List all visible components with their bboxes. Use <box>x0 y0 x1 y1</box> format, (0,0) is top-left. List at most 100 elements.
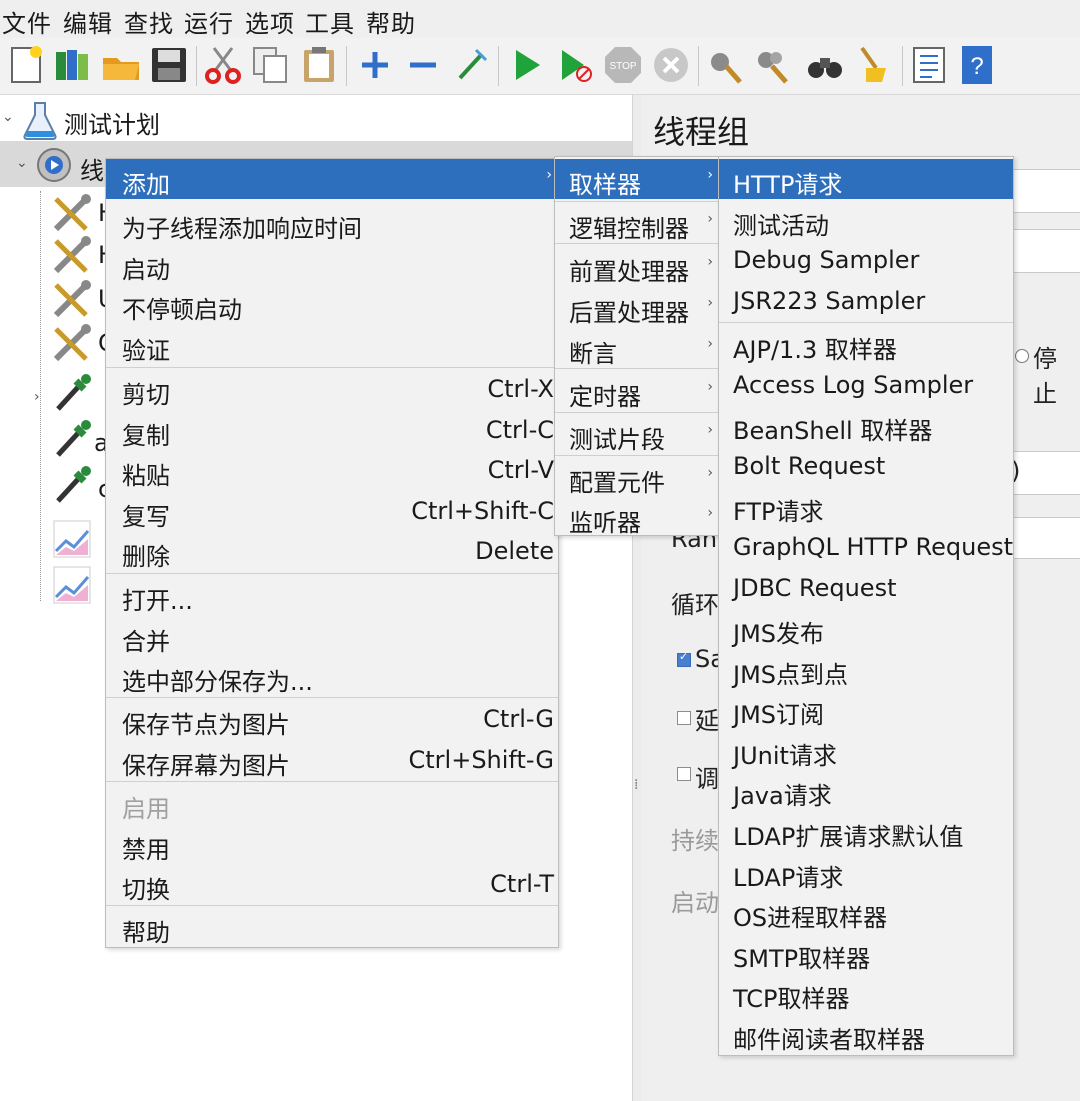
sampler-ldap[interactable]: LDAP请求 <box>719 852 1013 892</box>
sampler-junit[interactable]: JUnit请求 <box>719 730 1013 770</box>
copy-icon[interactable] <box>250 44 292 86</box>
open-icon[interactable] <box>100 44 142 86</box>
paste-icon[interactable] <box>298 44 340 86</box>
expand-icon[interactable] <box>354 44 396 86</box>
menu-item-delete[interactable]: 删除 Delete <box>106 531 558 571</box>
submenu-config-element[interactable]: 配置元件 › <box>555 457 719 497</box>
menu-item-copy[interactable]: 复制 Ctrl-C <box>106 410 558 450</box>
sampler-jdbc[interactable]: JDBC Request <box>719 568 1013 608</box>
scheduler-label: 调 <box>695 765 719 793</box>
menu-file[interactable]: 文件 <box>2 4 52 39</box>
radio-stop[interactable] <box>1015 349 1029 363</box>
menu-run[interactable]: 运行 <box>184 4 234 39</box>
sampler-ftp[interactable]: FTP请求 <box>719 486 1013 526</box>
collapse-icon[interactable] <box>402 44 444 86</box>
menu-item-save-selection-as[interactable]: 选中部分保存为... <box>106 656 558 696</box>
menu-item-merge[interactable]: 合并 <box>106 616 558 656</box>
comments-field[interactable] <box>1011 229 1080 273</box>
chevron-right-icon: › <box>707 465 713 481</box>
save-icon[interactable] <box>148 44 190 86</box>
chevron-right-icon: › <box>707 167 713 183</box>
menu-item-toggle[interactable]: 切换 Ctrl-T <box>106 864 558 904</box>
help-icon[interactable]: ? <box>956 44 998 86</box>
name-field[interactable] <box>1011 169 1080 213</box>
submenu-test-fragment[interactable]: 测试片段 › <box>555 414 719 454</box>
menu-item-help[interactable]: 帮助 <box>106 907 558 947</box>
sampler-jms-subscriber[interactable]: JMS订阅 <box>719 689 1013 729</box>
menu-options[interactable]: 选项 <box>245 4 295 39</box>
submenu-pre-processor[interactable]: 前置处理器 › <box>555 246 719 286</box>
chevron-down-icon[interactable]: ⌄ <box>2 109 14 125</box>
sampler-graphql[interactable]: GraphQL HTTP Request <box>719 527 1013 567</box>
clear-icon[interactable] <box>704 44 746 86</box>
start-icon[interactable] <box>506 44 548 86</box>
submenu-listener[interactable]: 监听器 › <box>555 497 719 537</box>
context-menu: 添加 › 为子线程添加响应时间 启动 不停顿启动 验证 剪切 Ctrl-X 复制 Ct… <box>105 158 559 948</box>
same-user-checkbox[interactable]: ✓ <box>677 650 691 667</box>
sampler-debug[interactable]: Debug Sampler <box>719 240 1013 280</box>
menu-item-start[interactable]: 启动 <box>106 244 558 284</box>
search-icon[interactable] <box>804 44 846 86</box>
menu-item-add-think-times[interactable]: 为子线程添加响应时间 <box>106 203 558 243</box>
cut-icon[interactable] <box>202 44 244 86</box>
sampler-os-process[interactable]: OS进程取样器 <box>719 892 1013 932</box>
function-helper-icon[interactable] <box>908 44 950 86</box>
sampler-java[interactable]: Java请求 <box>719 770 1013 810</box>
submenu-assertion[interactable]: 断言 › <box>555 328 719 368</box>
menu-item-add[interactable]: 添加 › <box>106 159 558 199</box>
pipette-icon <box>50 463 94 507</box>
chevron-right-icon[interactable]: › <box>34 389 40 405</box>
sampler-jms-publisher[interactable]: JMS发布 <box>719 608 1013 648</box>
toggle-icon[interactable] <box>450 44 492 86</box>
menu-search[interactable]: 查找 <box>124 4 174 39</box>
shutdown-icon[interactable] <box>650 44 692 86</box>
wrench-screwdriver-icon <box>50 279 94 321</box>
toolbar: STOP ? <box>0 38 1080 95</box>
chevron-down-icon[interactable]: ⌄ <box>16 155 28 171</box>
sampler-ajp[interactable]: AJP/1.3 取样器 <box>719 324 1013 364</box>
sampler-ldap-extended[interactable]: LDAP扩展请求默认值 <box>719 811 1013 851</box>
menu-item-duplicate[interactable]: 复写 Ctrl+Shift-C <box>106 491 558 531</box>
templates-icon[interactable] <box>52 44 94 86</box>
sampler-beanshell[interactable]: BeanShell 取样器 <box>719 405 1013 445</box>
sampler-test-action[interactable]: 测试活动 <box>719 200 1013 240</box>
menu-help[interactable]: 帮助 <box>366 4 416 39</box>
reset-search-icon[interactable] <box>852 44 894 86</box>
sampler-bolt[interactable]: Bolt Request <box>719 446 1013 486</box>
radio-stop-label: 停止 <box>1033 345 1057 408</box>
menu-tools[interactable]: 工具 <box>305 4 355 39</box>
menu-item-open[interactable]: 打开... <box>106 575 558 615</box>
new-icon[interactable] <box>4 44 46 86</box>
sampler-jms-point-to-point[interactable]: JMS点到点 <box>719 649 1013 689</box>
sampler-jsr223[interactable]: JSR223 Sampler <box>719 281 1013 321</box>
menu-item-disable[interactable]: 禁用 <box>106 824 558 864</box>
sampler-mail-reader[interactable]: 邮件阅读者取样器 <box>719 1014 1013 1054</box>
sampler-access-log[interactable]: Access Log Sampler <box>719 365 1013 405</box>
menu-item-start-no-pauses[interactable]: 不停顿启动 <box>106 284 558 324</box>
sampler-http-request[interactable]: HTTP请求 <box>719 159 1013 199</box>
submenu-post-processor[interactable]: 后置处理器 › <box>555 287 719 327</box>
menu-item-save-node-as-image[interactable]: 保存节点为图片 Ctrl-G <box>106 699 558 739</box>
submenu-timer[interactable]: 定时器 › <box>555 371 719 411</box>
menu-edit[interactable]: 编辑 <box>63 4 113 39</box>
menu-item-save-screen-as-image[interactable]: 保存屏幕为图片 Ctrl+Shift-G <box>106 740 558 780</box>
start-no-pauses-icon[interactable] <box>554 44 596 86</box>
stop-icon[interactable]: STOP <box>602 44 644 86</box>
clear-all-icon[interactable] <box>752 44 794 86</box>
threads-field[interactable] <box>1011 451 1080 495</box>
ramp-up-field[interactable] <box>1011 517 1080 559</box>
scheduler-checkbox[interactable] <box>677 767 691 781</box>
menu-item-paste[interactable]: 粘贴 Ctrl-V <box>106 450 558 490</box>
pipette-icon <box>50 417 94 461</box>
submenu-sampler[interactable]: 取样器 › <box>555 159 719 199</box>
menu-item-cut[interactable]: 剪切 Ctrl-X <box>106 369 558 409</box>
loop-label: 循环 <box>671 591 719 619</box>
panel-title: 线程组 <box>653 113 750 151</box>
delay-checkbox[interactable] <box>677 711 691 725</box>
submenu-logic-controller[interactable]: 逻辑控制器 › <box>555 203 719 243</box>
menu-item-validate[interactable]: 验证 <box>106 325 558 365</box>
tree-node-test-plan[interactable]: 测试计划 <box>64 105 160 140</box>
duration-label: 持续 <box>671 827 719 855</box>
sampler-smtp[interactable]: SMTP取样器 <box>719 933 1013 973</box>
sampler-tcp[interactable]: TCP取样器 <box>719 973 1013 1013</box>
